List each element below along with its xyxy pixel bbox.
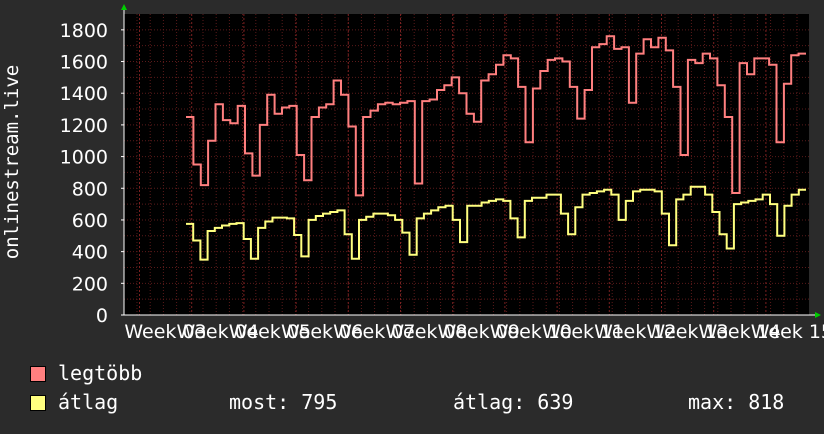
stat-max: max: 818	[688, 391, 784, 413]
y-tick-label: 600	[72, 210, 108, 232]
y-axis-label: onlinestream.live	[1, 64, 23, 260]
stat-atlag-value: 639	[537, 390, 574, 414]
y-tick-label: 0	[96, 305, 108, 327]
y-tick-label: 200	[72, 273, 108, 295]
y-tick-label: 400	[72, 242, 108, 264]
y-axis-arrow	[121, 4, 127, 10]
legend-swatch-legtobb	[30, 366, 46, 382]
stat-atlag-label: átlag:	[453, 390, 526, 414]
y-axis-label-container: onlinestream.live	[0, 10, 24, 315]
stat-atlag: átlag: 639	[453, 391, 573, 413]
chart-container: Week 03 Week 04 Week 05 Week 06 Week 07 Week …	[0, 0, 824, 430]
y-tick-label: 1800	[60, 20, 108, 42]
y-tick-label: 1600	[60, 52, 108, 74]
y-tick-label: 1200	[60, 115, 108, 137]
y-tick-label: 1400	[60, 83, 108, 105]
x-axis-arrow	[815, 312, 821, 318]
stat-most-value: 795	[301, 390, 338, 414]
stat-max-value: 818	[748, 390, 785, 414]
legend-label-legtobb: legtöbb	[58, 361, 143, 385]
y-tick-label: 800	[72, 178, 108, 200]
x-tick-label: Week 15	[751, 321, 824, 343]
stat-most: most: 795	[229, 391, 337, 413]
legend-swatch-atlag	[30, 395, 46, 411]
stat-max-label: max:	[688, 390, 737, 414]
legend-label-atlag: átlag	[58, 390, 119, 414]
y-tick-label: 1000	[60, 147, 108, 169]
stat-most-label: most:	[229, 390, 290, 414]
